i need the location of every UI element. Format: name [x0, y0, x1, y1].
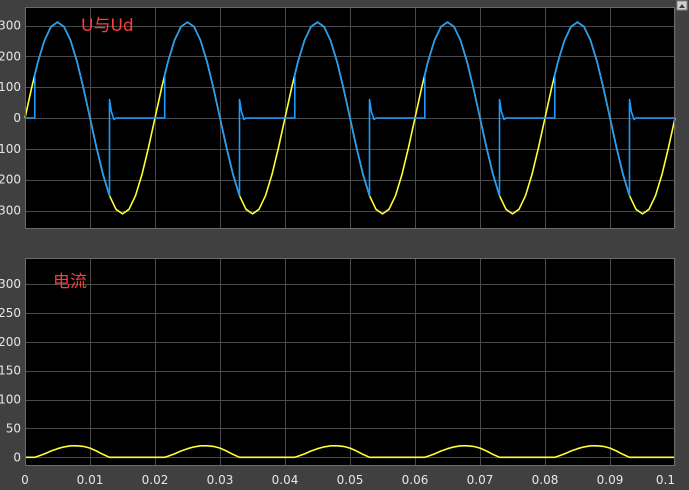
y-tick-label: 0 — [13, 111, 21, 125]
x-tick-label: 0.1 — [656, 473, 675, 487]
x-tick-label: 0.07 — [467, 473, 494, 487]
x-tick-label: 0.08 — [532, 473, 559, 487]
y-tick-label: 150 — [0, 364, 21, 378]
x-tick-label: 0.01 — [77, 473, 104, 487]
x-tick-label: 0.09 — [597, 473, 624, 487]
y-tick-label: 300 — [0, 19, 21, 33]
y-tick-label: 100 — [0, 80, 21, 94]
y-tick-label: 200 — [0, 335, 21, 349]
plot-title: U与Ud — [81, 16, 134, 36]
x-tick-label: 0.05 — [337, 473, 364, 487]
x-tick-label: 0.04 — [272, 473, 299, 487]
y-tick-label: 200 — [0, 49, 21, 63]
x-tick-label: 0.03 — [207, 473, 234, 487]
scope-figure: 300 200 100 0 100 200 300 U与Ud 300 250 200 150 100 5… — [0, 0, 688, 487]
y-tick-label: 200 — [0, 173, 21, 187]
y-tick-label: 300 — [0, 204, 21, 218]
voltage-plot-panel: 300 200 100 0 100 200 300 U与Ud — [0, 7, 676, 229]
y-tick-label: 0 — [13, 450, 21, 464]
y-tick-label: 100 — [0, 393, 21, 407]
x-tick-label: 0 — [21, 473, 29, 487]
y-tick-label: 100 — [0, 142, 21, 156]
expand-icon[interactable] — [676, 0, 688, 11]
y-tick-label: 50 — [6, 421, 21, 435]
x-tick-label: 0.06 — [402, 473, 429, 487]
x-tick-label: 0.02 — [142, 473, 169, 487]
y-tick-label: 250 — [0, 306, 21, 320]
current-plot-panel: 300 250 200 150 100 50 00 0.01 0.02 0.03 0.04 0.05 0… — [0, 258, 676, 487]
y-tick-label: 300 — [0, 277, 21, 291]
plot-title: 电流 — [53, 272, 87, 292]
